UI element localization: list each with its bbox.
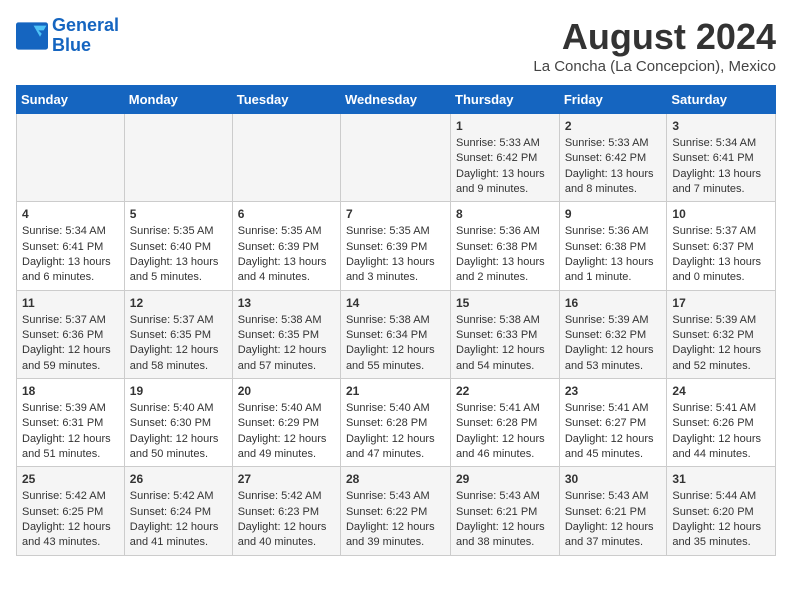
- calendar-cell: [17, 114, 125, 202]
- calendar-week-row: 25Sunrise: 5:42 AM Sunset: 6:25 PM Dayli…: [17, 467, 776, 555]
- day-number: 18: [22, 383, 119, 400]
- day-number: 16: [565, 295, 662, 312]
- calendar-cell: 23Sunrise: 5:41 AM Sunset: 6:27 PM Dayli…: [559, 379, 667, 467]
- location: La Concha (La Concepcion), Mexico: [533, 58, 776, 75]
- day-number: 31: [672, 471, 770, 488]
- day-number: 23: [565, 383, 662, 400]
- calendar-cell: 1Sunrise: 5:33 AM Sunset: 6:42 PM Daylig…: [451, 114, 560, 202]
- header-day: Saturday: [667, 86, 776, 114]
- calendar-cell: [340, 114, 450, 202]
- calendar-cell: 29Sunrise: 5:43 AM Sunset: 6:21 PM Dayli…: [451, 467, 560, 555]
- calendar-cell: 26Sunrise: 5:42 AM Sunset: 6:24 PM Dayli…: [124, 467, 232, 555]
- day-number: 13: [238, 295, 335, 312]
- calendar-cell: 12Sunrise: 5:37 AM Sunset: 6:35 PM Dayli…: [124, 290, 232, 378]
- day-number: 17: [672, 295, 770, 312]
- calendar-cell: [232, 114, 340, 202]
- title-block: August 2024 La Concha (La Concepcion), M…: [533, 16, 776, 75]
- calendar-cell: 28Sunrise: 5:43 AM Sunset: 6:22 PM Dayli…: [340, 467, 450, 555]
- logo-line1: General: [52, 15, 119, 35]
- page-header: General Blue August 2024 La Concha (La C…: [16, 16, 776, 75]
- calendar-cell: 15Sunrise: 5:38 AM Sunset: 6:33 PM Dayli…: [451, 290, 560, 378]
- calendar-cell: 14Sunrise: 5:38 AM Sunset: 6:34 PM Dayli…: [340, 290, 450, 378]
- calendar-cell: 10Sunrise: 5:37 AM Sunset: 6:37 PM Dayli…: [667, 202, 776, 290]
- logo-line2: Blue: [52, 35, 91, 55]
- header-day: Wednesday: [340, 86, 450, 114]
- day-number: 4: [22, 206, 119, 223]
- calendar-week-row: 18Sunrise: 5:39 AM Sunset: 6:31 PM Dayli…: [17, 379, 776, 467]
- header-day: Thursday: [451, 86, 560, 114]
- calendar-cell: 3Sunrise: 5:34 AM Sunset: 6:41 PM Daylig…: [667, 114, 776, 202]
- logo: General Blue: [16, 16, 119, 56]
- calendar-header: SundayMondayTuesdayWednesdayThursdayFrid…: [17, 86, 776, 114]
- day-number: 3: [672, 118, 770, 135]
- day-number: 22: [456, 383, 554, 400]
- day-number: 21: [346, 383, 445, 400]
- day-number: 19: [130, 383, 227, 400]
- day-number: 26: [130, 471, 227, 488]
- calendar-cell: 31Sunrise: 5:44 AM Sunset: 6:20 PM Dayli…: [667, 467, 776, 555]
- calendar-table: SundayMondayTuesdayWednesdayThursdayFrid…: [16, 85, 776, 556]
- day-number: 25: [22, 471, 119, 488]
- day-number: 1: [456, 118, 554, 135]
- logo-icon: [16, 22, 48, 50]
- day-number: 20: [238, 383, 335, 400]
- calendar-cell: 16Sunrise: 5:39 AM Sunset: 6:32 PM Dayli…: [559, 290, 667, 378]
- day-number: 28: [346, 471, 445, 488]
- calendar-cell: 17Sunrise: 5:39 AM Sunset: 6:32 PM Dayli…: [667, 290, 776, 378]
- day-number: 14: [346, 295, 445, 312]
- header-day: Tuesday: [232, 86, 340, 114]
- day-number: 6: [238, 206, 335, 223]
- calendar-cell: 2Sunrise: 5:33 AM Sunset: 6:42 PM Daylig…: [559, 114, 667, 202]
- calendar-cell: 8Sunrise: 5:36 AM Sunset: 6:38 PM Daylig…: [451, 202, 560, 290]
- logo-text: General Blue: [52, 16, 119, 56]
- calendar-body: 1Sunrise: 5:33 AM Sunset: 6:42 PM Daylig…: [17, 114, 776, 556]
- header-day: Friday: [559, 86, 667, 114]
- header-row: SundayMondayTuesdayWednesdayThursdayFrid…: [17, 86, 776, 114]
- calendar-cell: 9Sunrise: 5:36 AM Sunset: 6:38 PM Daylig…: [559, 202, 667, 290]
- calendar-cell: 25Sunrise: 5:42 AM Sunset: 6:25 PM Dayli…: [17, 467, 125, 555]
- calendar-cell: 18Sunrise: 5:39 AM Sunset: 6:31 PM Dayli…: [17, 379, 125, 467]
- day-number: 7: [346, 206, 445, 223]
- day-number: 27: [238, 471, 335, 488]
- day-number: 24: [672, 383, 770, 400]
- month-title: August 2024: [533, 16, 776, 58]
- calendar-cell: 6Sunrise: 5:35 AM Sunset: 6:39 PM Daylig…: [232, 202, 340, 290]
- day-number: 9: [565, 206, 662, 223]
- header-day: Sunday: [17, 86, 125, 114]
- calendar-week-row: 1Sunrise: 5:33 AM Sunset: 6:42 PM Daylig…: [17, 114, 776, 202]
- calendar-cell: 30Sunrise: 5:43 AM Sunset: 6:21 PM Dayli…: [559, 467, 667, 555]
- calendar-cell: 4Sunrise: 5:34 AM Sunset: 6:41 PM Daylig…: [17, 202, 125, 290]
- calendar-cell: 20Sunrise: 5:40 AM Sunset: 6:29 PM Dayli…: [232, 379, 340, 467]
- day-number: 11: [22, 295, 119, 312]
- header-day: Monday: [124, 86, 232, 114]
- calendar-cell: 13Sunrise: 5:38 AM Sunset: 6:35 PM Dayli…: [232, 290, 340, 378]
- calendar-cell: [124, 114, 232, 202]
- calendar-week-row: 4Sunrise: 5:34 AM Sunset: 6:41 PM Daylig…: [17, 202, 776, 290]
- calendar-cell: 24Sunrise: 5:41 AM Sunset: 6:26 PM Dayli…: [667, 379, 776, 467]
- calendar-cell: 5Sunrise: 5:35 AM Sunset: 6:40 PM Daylig…: [124, 202, 232, 290]
- calendar-cell: 7Sunrise: 5:35 AM Sunset: 6:39 PM Daylig…: [340, 202, 450, 290]
- day-number: 2: [565, 118, 662, 135]
- day-number: 30: [565, 471, 662, 488]
- day-number: 12: [130, 295, 227, 312]
- day-number: 10: [672, 206, 770, 223]
- day-number: 8: [456, 206, 554, 223]
- calendar-cell: 11Sunrise: 5:37 AM Sunset: 6:36 PM Dayli…: [17, 290, 125, 378]
- day-number: 29: [456, 471, 554, 488]
- calendar-cell: 21Sunrise: 5:40 AM Sunset: 6:28 PM Dayli…: [340, 379, 450, 467]
- calendar-cell: 27Sunrise: 5:42 AM Sunset: 6:23 PM Dayli…: [232, 467, 340, 555]
- day-number: 15: [456, 295, 554, 312]
- calendar-cell: 22Sunrise: 5:41 AM Sunset: 6:28 PM Dayli…: [451, 379, 560, 467]
- calendar-cell: 19Sunrise: 5:40 AM Sunset: 6:30 PM Dayli…: [124, 379, 232, 467]
- day-number: 5: [130, 206, 227, 223]
- calendar-week-row: 11Sunrise: 5:37 AM Sunset: 6:36 PM Dayli…: [17, 290, 776, 378]
